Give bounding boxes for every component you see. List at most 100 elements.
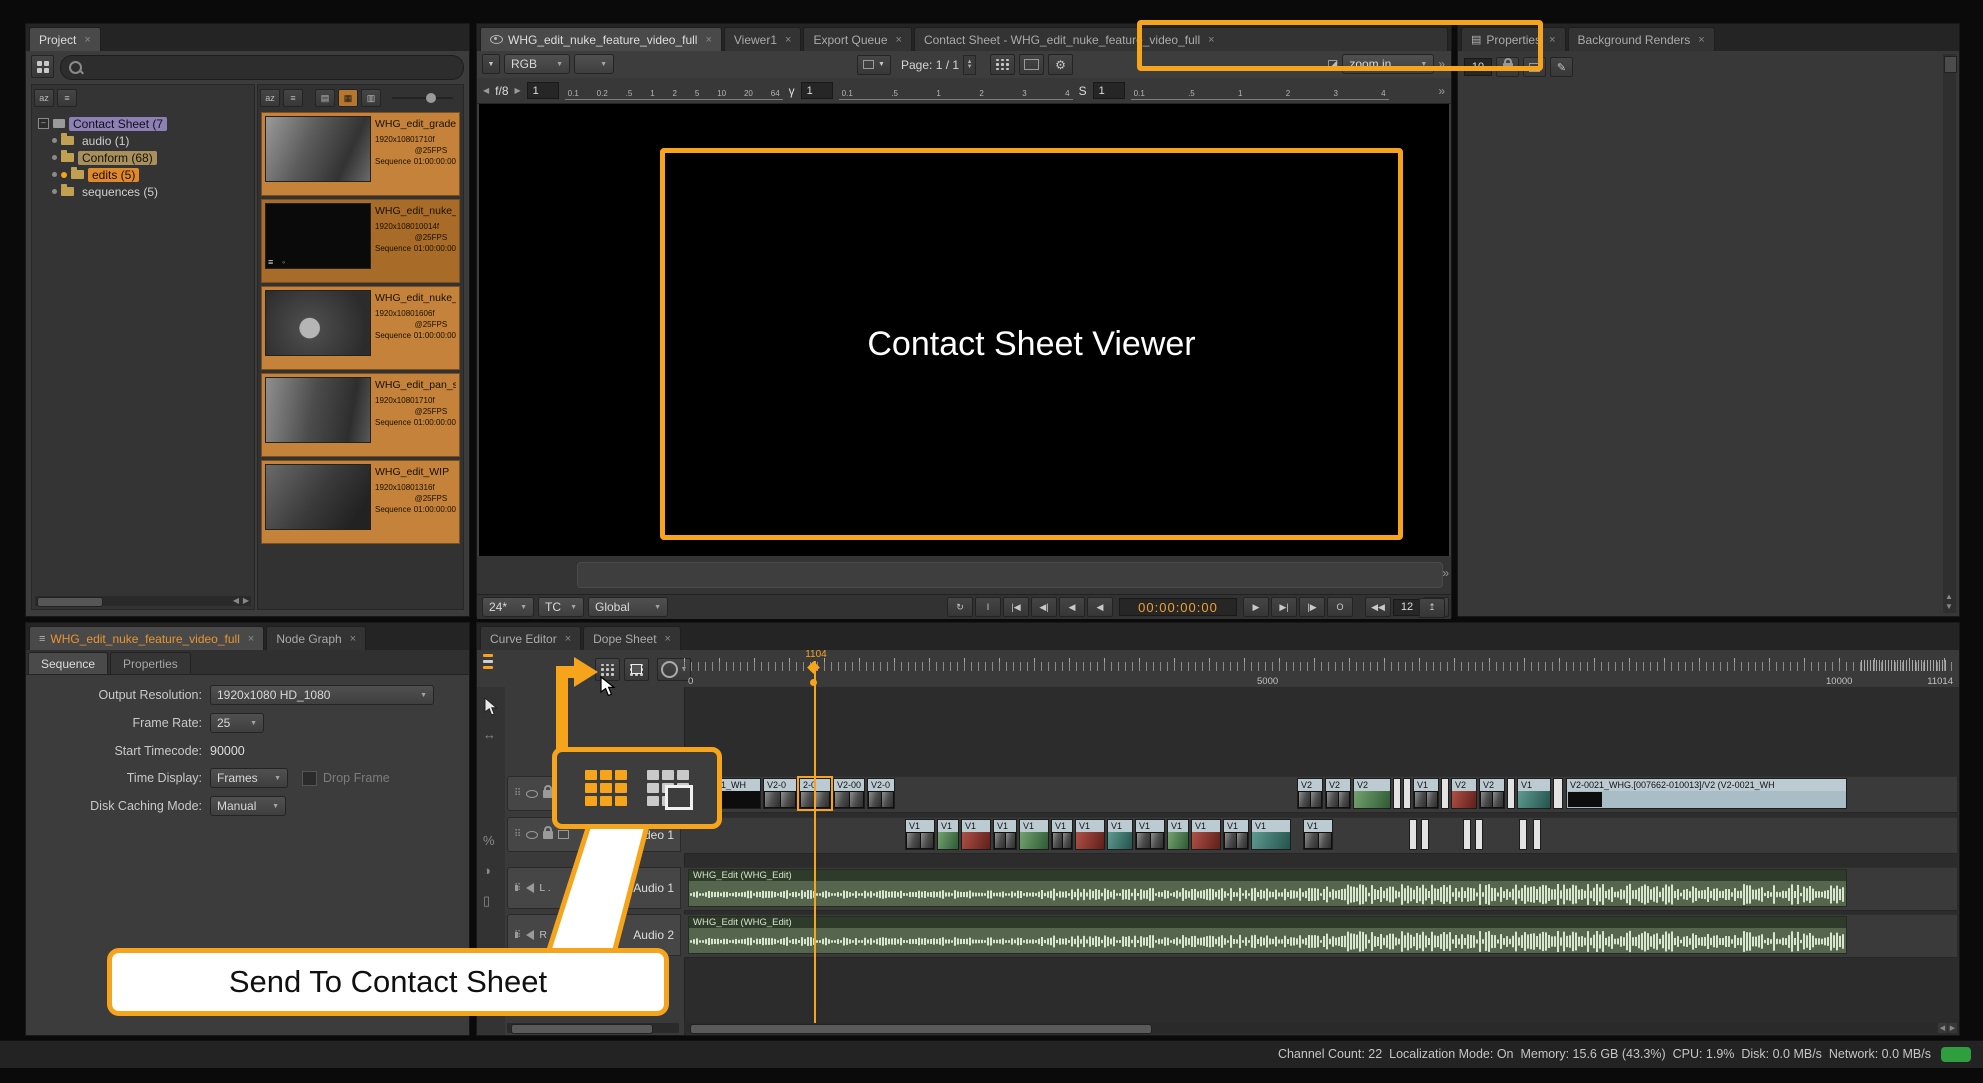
timeline-clip[interactable]: V1: [993, 819, 1017, 850]
tree-item[interactable]: sequences (5): [34, 183, 252, 200]
layer-dropdown[interactable]: ▼: [574, 54, 614, 74]
timeline-clip[interactable]: [1393, 778, 1401, 809]
zoom-dropdown[interactable]: zoom in▼: [1342, 54, 1434, 74]
search-input[interactable]: [60, 55, 464, 80]
retime-tool-icon[interactable]: %: [483, 833, 495, 848]
project-clip[interactable]: ≡◦WHG_edit_nuke_feature_vid1920x10801001…: [261, 199, 460, 283]
scroll-right-icon[interactable]: ▶: [1948, 1023, 1957, 1033]
slip-tool-icon[interactable]: ↔: [483, 727, 496, 742]
lock-icon[interactable]: [543, 790, 553, 798]
settings-button[interactable]: ⚙: [1048, 54, 1073, 75]
timeline-clip[interactable]: V1: [1051, 819, 1073, 850]
timeline-clip[interactable]: V1: [1303, 819, 1333, 850]
timeline-clip[interactable]: V1: [937, 819, 959, 850]
timecode-mode-dropdown[interactable]: TC▼: [538, 597, 584, 617]
timeline-clip[interactable]: V2-0021_WHG.[007662-010013]/V2 (V2-0021_…: [1566, 778, 1847, 809]
project-clip[interactable]: WHG_edit_pan_scan1920x10801710f @25FPSSe…: [261, 373, 460, 457]
lock-button[interactable]: [1496, 57, 1519, 77]
field-dropdown[interactable]: Manual▼: [210, 796, 286, 816]
scroll-left-icon[interactable]: ◀: [1938, 1023, 1947, 1033]
timeline-ruler[interactable]: 050001000011014: [684, 656, 1957, 687]
scroll-down-icon[interactable]: ▼: [1945, 602, 1953, 611]
tree-item[interactable]: Conform (68): [34, 149, 252, 166]
sequence-tab-1[interactable]: Node Graph×: [266, 626, 366, 650]
previous-edit-button[interactable]: ◀|: [1031, 597, 1057, 617]
viewer-tab-3[interactable]: Contact Sheet - WHG_edit_nuke_feature_vi…: [914, 27, 1448, 51]
close-icon[interactable]: ×: [1549, 34, 1555, 46]
sync-tool-icon[interactable]: ▯: [483, 893, 490, 909]
saturation-slider[interactable]: 0.1.51234: [1131, 82, 1389, 100]
page-spinner[interactable]: ▲▼: [963, 55, 976, 75]
close-icon[interactable]: ×: [84, 34, 90, 46]
speaker-icon[interactable]: [526, 930, 534, 940]
timeline-clip[interactable]: [1409, 819, 1417, 850]
gain-slider[interactable]: 0.10.2.5125102064: [565, 82, 783, 100]
send-to-contact-sheet-button[interactable]: [595, 658, 620, 681]
timeline-clip[interactable]: V1: [1413, 778, 1439, 809]
close-icon[interactable]: ×: [705, 34, 711, 46]
tree-item[interactable]: audio (1): [34, 132, 252, 149]
collapse-chevron-icon[interactable]: »: [1438, 84, 1445, 98]
close-icon[interactable]: ×: [665, 633, 671, 645]
sort-az-button[interactable]: az: [34, 89, 54, 107]
viewer-canvas[interactable]: [479, 104, 1449, 556]
timeline-clip[interactable]: V1: [1223, 819, 1249, 850]
channel-dropdown[interactable]: RGB▼: [504, 54, 570, 74]
scrollbar-thumb[interactable]: [37, 597, 103, 607]
timeline-clip[interactable]: V2-00: [833, 778, 865, 809]
list-view-button[interactable]: ≡: [283, 89, 303, 107]
track-header[interactable]: ⠿R .Audio 2: [507, 914, 681, 956]
scroll-up-icon[interactable]: ▲: [1945, 592, 1953, 601]
project-clip[interactable]: WHG_edit_nuke_tags test1920x10801606f @2…: [261, 286, 460, 370]
detail-view-button[interactable]: ▤: [315, 89, 335, 107]
timeline-clip[interactable]: V2-0001_WH: [688, 778, 761, 809]
timeline-clip[interactable]: V1: [961, 819, 991, 850]
fps-dropdown[interactable]: 24*▼: [482, 597, 534, 617]
monitor-icon[interactable]: [558, 830, 569, 839]
list-view-button[interactable]: ≡: [57, 89, 77, 107]
close-icon[interactable]: ×: [785, 34, 791, 46]
speaker-icon[interactable]: [526, 883, 534, 893]
timeline-clip[interactable]: [1533, 819, 1541, 850]
contact-sheet-from-selection-button[interactable]: [624, 658, 649, 681]
track-header[interactable]: ⠿L .Audio 1: [507, 867, 681, 909]
timeline-clip[interactable]: [1463, 819, 1471, 850]
timeline-clip[interactable]: V2: [1325, 778, 1351, 809]
viewer-frame-slider[interactable]: [577, 562, 1443, 588]
edit-button[interactable]: ✎: [1550, 57, 1573, 77]
channel-prev-button[interactable]: ▼: [482, 54, 500, 74]
subtab-properties[interactable]: Properties: [110, 652, 191, 674]
scroll-right-icon[interactable]: ▶: [243, 596, 249, 605]
view-mode-button[interactable]: [31, 55, 54, 78]
go-to-end-button[interactable]: |▶: [1299, 597, 1325, 617]
audio-clip[interactable]: WHG_Edit (WHG_Edit): [688, 916, 1847, 954]
field-dropdown[interactable]: 25▼: [210, 713, 264, 733]
close-icon[interactable]: ×: [248, 633, 254, 645]
header-scrollbar[interactable]: [507, 1023, 679, 1033]
track-header[interactable]: ⠿Video 2: [507, 776, 681, 811]
scroll-left-icon[interactable]: ◀: [233, 596, 239, 605]
gain-input[interactable]: 1: [527, 82, 559, 99]
timeline-tab-1[interactable]: Dope Sheet×: [583, 626, 681, 650]
timeline-clip[interactable]: [1441, 778, 1449, 809]
timeline-scrollbar[interactable]: [684, 1023, 1937, 1033]
contact-sheet-layout-button[interactable]: [990, 54, 1015, 75]
pointer-tool-icon[interactable]: [483, 697, 498, 717]
sequence-tab-0[interactable]: ≡WHG_edit_nuke_feature_video_full×: [29, 626, 264, 650]
expander-icon[interactable]: –: [38, 118, 49, 129]
timeline-clip[interactable]: V2: [1297, 778, 1323, 809]
compact-view-button[interactable]: ▥: [361, 89, 381, 107]
scrollbar-thumb[interactable]: [1944, 56, 1957, 73]
thumbnail-size-slider[interactable]: [392, 97, 453, 99]
tree-item[interactable]: edits (5): [34, 166, 252, 183]
playhead-line[interactable]: [814, 661, 816, 1023]
step-back-button[interactable]: ◀◀: [1365, 597, 1391, 617]
timeline-clip[interactable]: [1475, 819, 1483, 850]
close-icon[interactable]: ×: [896, 34, 902, 46]
drop-frame-checkbox[interactable]: [302, 771, 317, 786]
timeline-clip[interactable]: V2-0: [867, 778, 895, 809]
tree-item[interactable]: –Contact Sheet (7: [34, 115, 252, 132]
scrollbar-thumb[interactable]: [690, 1024, 1152, 1034]
step-frames-input[interactable]: 12: [1393, 599, 1421, 616]
close-icon[interactable]: ×: [565, 633, 571, 645]
